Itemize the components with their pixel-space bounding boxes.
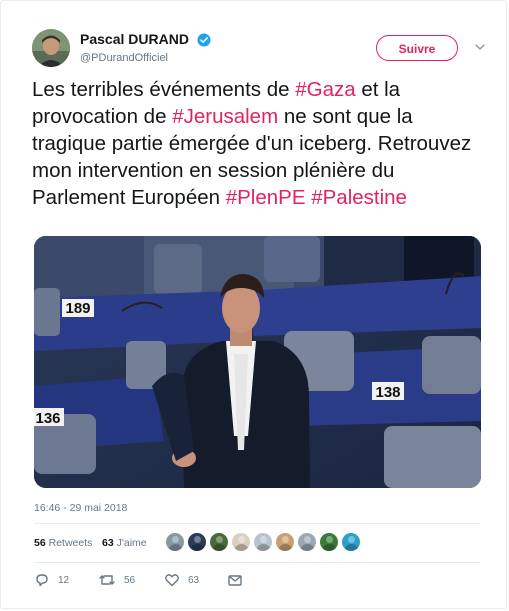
reply-icon (36, 574, 48, 587)
engagement-stats: 56 Retweets 63 J'aime (34, 530, 480, 556)
retweet-button[interactable]: 56 (98, 571, 135, 589)
hashtag-link[interactable]: #PlenPE (226, 186, 306, 209)
liker-avatar[interactable] (231, 532, 251, 552)
retweets-label: Retweets (48, 537, 93, 549)
liker-avatar[interactable] (187, 532, 207, 552)
hashtag-link[interactable]: #Gaza (295, 78, 355, 101)
follow-button[interactable]: Suivre (376, 35, 458, 61)
seat-number-189: 189 (65, 300, 90, 317)
retweet-icon (99, 575, 115, 585)
tweet-card: Pascal DURAND @PDurandOfficiel Suivre Le… (0, 0, 507, 609)
seat-number-138: 138 (375, 384, 400, 401)
liker-avatar[interactable] (165, 532, 185, 552)
liker-avatar[interactable] (319, 532, 339, 552)
verified-badge-icon (197, 33, 211, 47)
tweet-text: Les terribles événements de #Gaza et la … (32, 76, 472, 211)
tweet-timestamp[interactable]: 16:46 - 29 mai 2018 (34, 502, 127, 514)
hashtag-link[interactable]: #Palestine (311, 186, 407, 209)
retweets-stat[interactable]: 56 Retweets (34, 537, 92, 549)
like-button[interactable]: 63 (164, 571, 199, 589)
retweets-count: 56 (34, 537, 46, 549)
author-avatar[interactable] (32, 29, 70, 67)
seat-number-136: 136 (35, 410, 60, 427)
divider-top (34, 523, 480, 524)
like-count: 63 (188, 574, 200, 586)
tweet-text-segment: Les terribles événements de (32, 78, 296, 101)
retweet-count: 56 (124, 574, 136, 586)
likes-label: J'aime (116, 537, 147, 549)
chevron-down-icon[interactable] (474, 41, 486, 53)
envelope-icon (228, 575, 242, 586)
liker-avatar[interactable] (209, 532, 229, 552)
video-frame: 189 138 136 (34, 236, 481, 488)
avatar-photo (32, 29, 70, 67)
liker-avatar[interactable] (275, 532, 295, 552)
tweet-header: Pascal DURAND @PDurandOfficiel Suivre (32, 27, 486, 71)
hashtag-link[interactable]: #Jerusalem (172, 105, 278, 128)
author-handle[interactable]: @PDurandOfficiel (80, 52, 211, 64)
author-names: Pascal DURAND @PDurandOfficiel (80, 31, 211, 64)
liker-avatar[interactable] (297, 532, 317, 552)
likes-count: 63 (102, 537, 114, 549)
reply-button[interactable]: 12 (34, 571, 69, 589)
tweet-video[interactable]: 189 138 136 (34, 236, 481, 488)
tweet-actions: 12 56 63 (34, 571, 480, 589)
likes-stat[interactable]: 63 J'aime (102, 537, 147, 549)
author-name[interactable]: Pascal DURAND (80, 31, 189, 47)
reply-count: 12 (58, 574, 70, 586)
divider-bottom (34, 562, 480, 563)
liker-avatar[interactable] (253, 532, 273, 552)
direct-message-button[interactable] (227, 571, 243, 589)
liker-avatar[interactable] (341, 532, 361, 552)
heart-icon (165, 574, 179, 587)
